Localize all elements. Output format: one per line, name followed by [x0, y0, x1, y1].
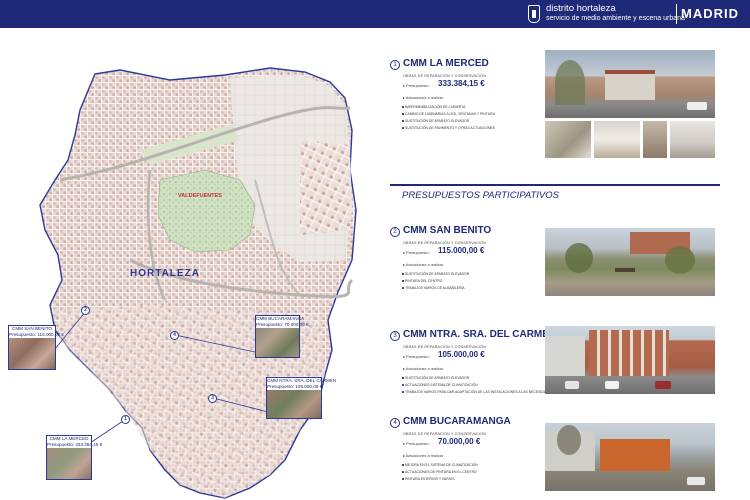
project-title: CMM SAN BENITO — [403, 225, 492, 236]
callout-bucaramanga[interactable]: CMM BUCARAMANGA Presupuesto: 70.000,00 € — [255, 315, 309, 358]
callout-aerial-photo — [267, 390, 321, 418]
section-divider — [390, 184, 720, 186]
callout-budget: Presupuesto: 115.000,00 € — [9, 331, 64, 337]
callout-name: CMM LA MERCED — [49, 436, 89, 441]
project-san-benito: 2 CMM SAN BENITO OBRAS DE REPARACIÓN Y C… — [390, 225, 540, 297]
project-title: CMM BUCARAMANGA — [403, 416, 511, 427]
action-item: SUSTITUCIÓN DE APARATO ELEVADOR — [401, 272, 470, 276]
project-number: 3 — [390, 331, 400, 341]
map-drawing — [39, 67, 357, 499]
action-item: PINTURA EXTERIOR Y VARIOS — [402, 477, 455, 481]
district-map-label: HORTALEZA — [130, 268, 200, 279]
map-pin-3[interactable]: 3 — [208, 394, 217, 403]
action-item: MEJORA EN EL SISTEMA DE CLIMATIZACIÓN — [402, 463, 478, 467]
city-logo: MADRID — [681, 6, 739, 21]
map-pin-2[interactable]: 2 — [81, 306, 90, 315]
park-map-label: VALDEFUENTES — [178, 193, 222, 199]
callout-budget: Presupuesto: 105.000,00 € — [267, 383, 323, 389]
budget-label: ▸ Presupuesto: — [403, 250, 430, 255]
header-divider — [676, 4, 677, 24]
ntra-sra-carmen-photo — [545, 326, 715, 394]
action-item: TRABAJOS VARIOS DE ALBAÑILERÍA — [402, 286, 465, 290]
project-title: CMM LA MERCED — [403, 58, 489, 69]
la-merced-photo-interior — [594, 121, 640, 158]
la-merced-photo-stairs — [643, 121, 667, 158]
service-name: servicio de medio ambiente y escena urba… — [546, 15, 685, 22]
bucaramanga-photo — [545, 423, 715, 491]
action-item: SUSTITUCIÓN DE PAVIMENTO Y OTRAS ACTUACI… — [402, 126, 495, 130]
action-item: CAMBIO DE LUMINARIAS A LED, VENTANAS Y P… — [402, 112, 495, 116]
header-bar: distrito hortaleza servicio de medio amb… — [0, 0, 750, 28]
action-item: IMPERMEABILIZACIÓN DE CUBIERTA — [401, 105, 466, 109]
works-type: OBRAS DE REPARACIÓN Y CONSERVACIÓN — [403, 432, 486, 436]
san-benito-photo — [545, 228, 715, 296]
budget-value: 70.000,00 € — [438, 437, 481, 446]
callout-budget: Presupuesto: 70.000,00 € — [256, 321, 309, 327]
callout-la-merced[interactable]: CMM LA MERCED Presupuesto: 333.384,15 € — [46, 435, 103, 480]
project-number: 2 — [390, 227, 400, 237]
callout-budget: Presupuesto: 333.384,15 € — [47, 441, 103, 447]
map-pin-1[interactable]: 1 — [121, 415, 130, 424]
works-type: OBRAS DE REPARACIÓN Y CONSERVACIÓN — [403, 241, 486, 245]
action-item: ACTUACIONES DE PINTURA EN EL CENTRO — [402, 470, 477, 474]
callout-san-benito[interactable]: CMM SAN BENITO Presupuesto: 115.000,00 € — [8, 325, 64, 370]
project-number: 1 — [390, 60, 400, 70]
district-map[interactable]: HORTALEZA VALDEFUENTES 2 4 3 1 CMM SAN B… — [0, 30, 380, 500]
works-type: OBRAS DE REPARACIÓN Y CONSERVACIÓN — [403, 345, 486, 349]
budget-label: ▸ Presupuesto: — [403, 441, 430, 446]
map-pin-4[interactable]: 4 — [170, 331, 179, 340]
project-ntra-sra-carmen: 3 CMM NTRA. SRA. DEL CARMEN OBRAS DE REP… — [390, 329, 576, 401]
actions-label: ▸ Actuaciones a realizar — [403, 263, 444, 267]
budget-label: ▸ Presupuesto: — [403, 354, 430, 359]
callout-aerial-photo — [47, 448, 91, 479]
callout-aerial-photo — [256, 328, 299, 357]
actions-label: ▸ Actuaciones a realizar — [403, 367, 444, 371]
budget-value: 333.384,15 € — [438, 79, 485, 88]
callout-aerial-photo — [9, 338, 55, 369]
works-type: OBRAS DE REPARACIÓN Y CONSERVACIÓN — [403, 74, 486, 78]
project-title: CMM NTRA. SRA. DEL CARMEN — [403, 329, 557, 340]
action-item: SUSTITUCIÓN DE APARATO ELEVADOR — [401, 119, 470, 123]
district-name: distrito hortaleza — [546, 3, 616, 14]
action-item: SUSTITUCIÓN DE APARATO ELEVADOR — [401, 376, 470, 380]
la-merced-building-photo — [545, 50, 715, 118]
callout-name: CMM SAN BENITO — [12, 326, 52, 331]
budget-value: 115.000,00 € — [438, 246, 485, 255]
madrid-crest-icon — [528, 5, 540, 23]
callout-name: CMM BUCARAMANGA — [256, 316, 305, 321]
budget-value: 105.000,00 € — [438, 350, 485, 359]
budget-label: ▸ Presupuesto: — [403, 83, 430, 88]
project-number: 4 — [390, 418, 400, 428]
participativos-heading: PRESUPUESTOS PARTICIPATIVOS — [402, 190, 559, 201]
callout-name: CMM NTRA. SRA. DEL CARMEN — [267, 378, 337, 383]
action-item: PINTURA DEL CENTRO — [401, 279, 443, 283]
callout-ntra-sra-carmen[interactable]: CMM NTRA. SRA. DEL CARMEN Presupuesto: 1… — [266, 377, 337, 419]
la-merced-photo-entrance — [545, 121, 591, 158]
action-item: ACTUACIONES SISTEMA DE CLIMATIZACIÓN — [402, 383, 478, 387]
la-merced-photo-room — [670, 121, 715, 158]
valdefuentes-park — [157, 169, 256, 253]
actions-label: ▸ Actuaciones a realizar — [403, 454, 444, 458]
project-bucaramanga: 4 CMM BUCARAMANGA OBRAS DE REPARACIÓN Y … — [390, 416, 540, 488]
project-la-merced: 1 CMM LA MERCED OBRAS DE REPARACIÓN Y CO… — [390, 58, 540, 150]
actions-label: ▸ Actuaciones a realizar — [403, 96, 444, 100]
